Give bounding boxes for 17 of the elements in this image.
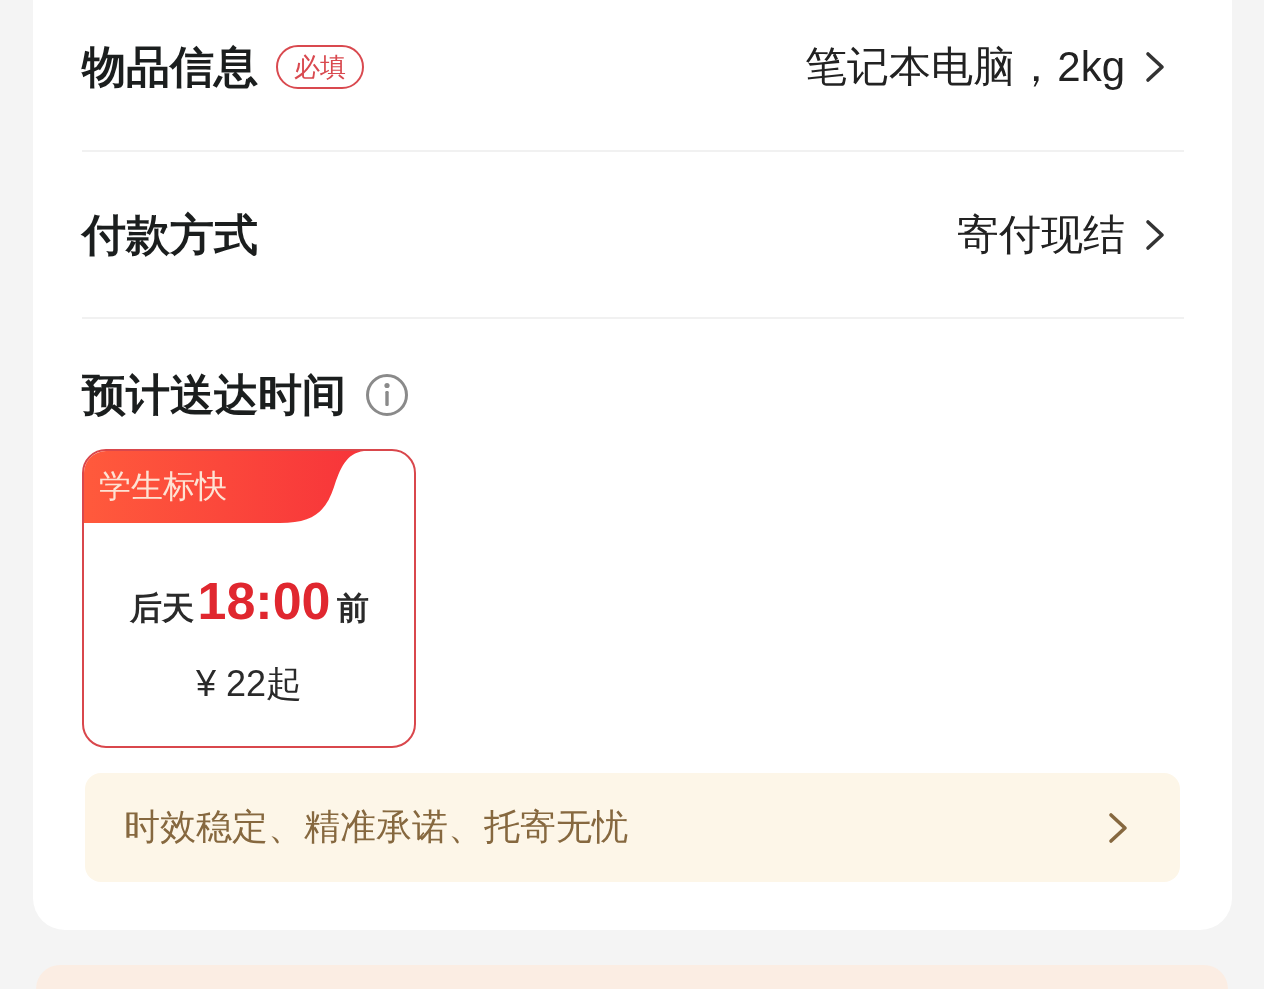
promo-text: 时效稳定、精准承诺、托寄无忧 [124, 805, 629, 849]
chevron-icon[interactable] [1145, 51, 1165, 83]
delivery-time: 18:00 [197, 571, 331, 631]
info-icon[interactable] [366, 374, 408, 416]
promo-banner[interactable]: 时效稳定、精准承诺、托寄无忧 [85, 773, 1180, 882]
required-badge: 必填 [276, 45, 364, 89]
field-value[interactable]: 寄付现结 [957, 208, 1125, 261]
delivery-option-card[interactable]: 学生标快 后天18:00 前 ¥ 22起 [82, 449, 416, 748]
day-label: 后天 [129, 589, 194, 628]
service-tag: 学生标快 [84, 451, 364, 523]
section-title: 预计送达时间 [82, 371, 346, 419]
chevron-icon[interactable] [1145, 218, 1165, 251]
field-label: 付款方式 [82, 208, 258, 261]
field-label: 物品信息 [82, 41, 258, 93]
field-value[interactable]: 笔记本电脑，2kg [805, 41, 1125, 93]
price-label: ¥ 22起 [195, 664, 303, 704]
before-label: 前 [336, 589, 369, 628]
